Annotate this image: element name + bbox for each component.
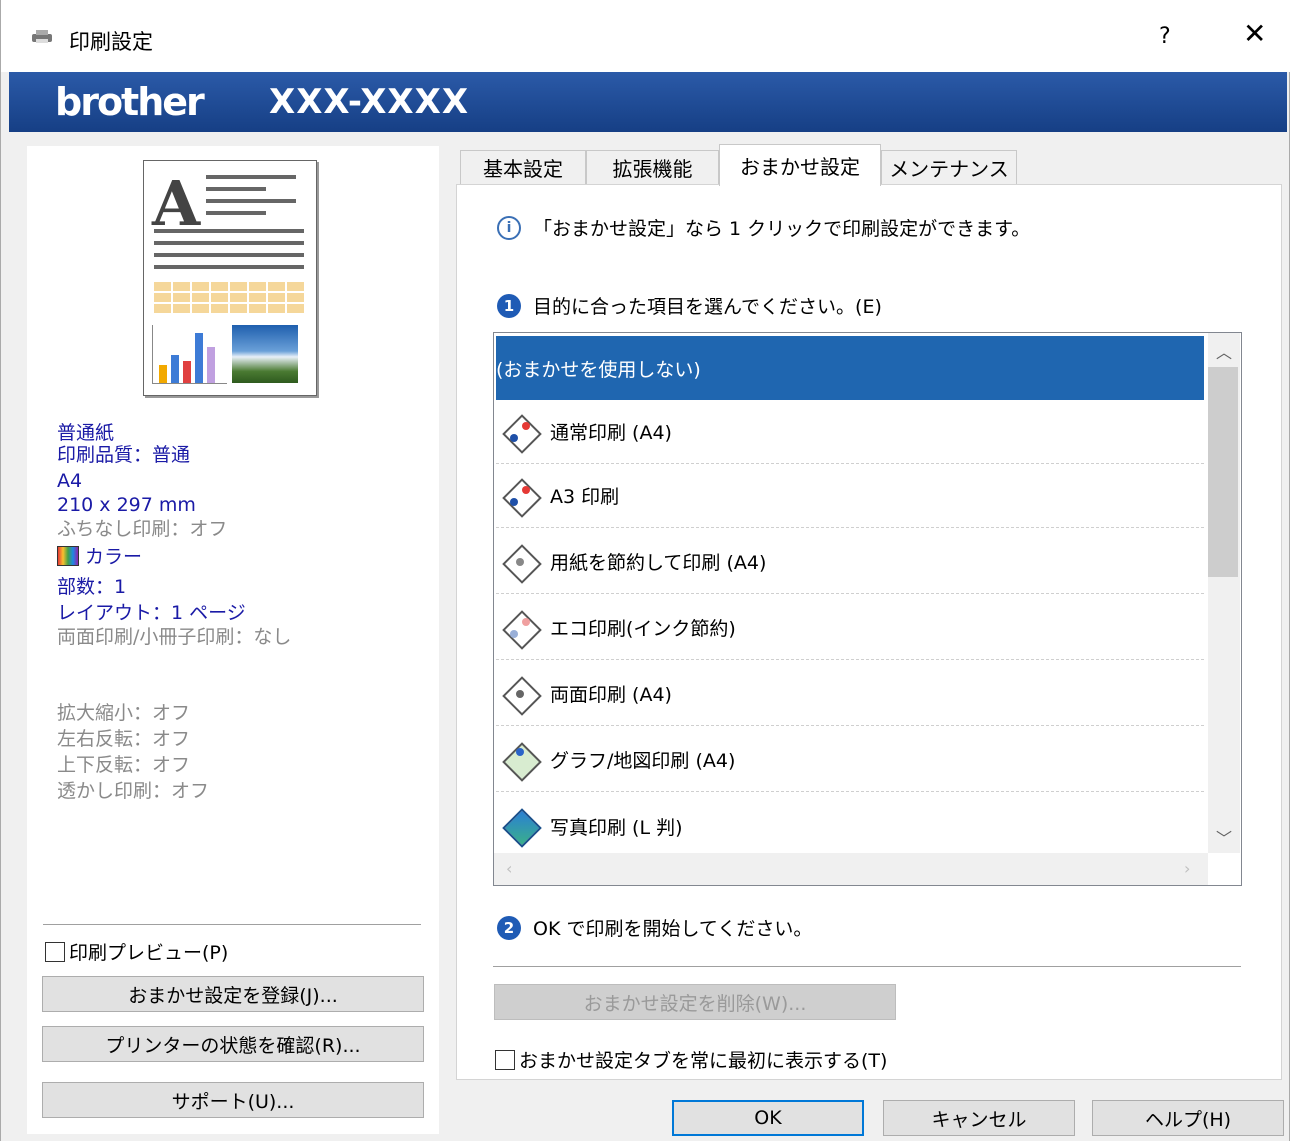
preview-photo xyxy=(232,325,298,383)
list-item-label: 両面印刷 (A4) xyxy=(550,684,672,706)
settings-summary-panel: A 普通紙 印刷品質：普通 A4 210 x 297 mm ふちなし印刷：オフ … xyxy=(27,146,439,1134)
preview-line xyxy=(154,253,304,257)
preview-line xyxy=(154,265,304,269)
main-divider xyxy=(493,966,1241,967)
reverse-setting: 上下反転：オフ xyxy=(57,754,191,776)
always-first-checkbox[interactable]: おまかせ設定タブを常に最初に表示する(T) xyxy=(495,1046,887,1073)
print-preview-label: 印刷プレビュー(P) xyxy=(69,942,229,964)
preset-list[interactable]: (おまかせを使用しない) 通常印刷 (A4) A3 印刷 用紙を節約して印刷 (… xyxy=(493,332,1242,886)
scroll-thumb[interactable] xyxy=(1208,367,1238,577)
list-item-label: エコ印刷(インク節約) xyxy=(550,618,736,640)
brand-logo: brother xyxy=(55,80,205,124)
scaling-setting: 拡大縮小：オフ xyxy=(57,702,191,724)
scroll-up-icon[interactable]: ︿ xyxy=(1216,339,1232,363)
list-item-label: 通常印刷 (A4) xyxy=(550,422,672,444)
preview-line xyxy=(206,211,266,215)
printer-status-button[interactable]: プリンターの状態を確認(R)... xyxy=(42,1026,424,1062)
color-mode-label: カラー xyxy=(85,546,143,568)
step-1: 1 目的に合った項目を選んでください。(E) xyxy=(497,292,882,319)
info-text: 「おまかせ設定」なら 1 クリックで印刷設定ができます。 xyxy=(533,218,1031,240)
checkbox-box[interactable] xyxy=(495,1049,515,1070)
eco-print-icon xyxy=(500,608,542,650)
step-1-badge: 1 xyxy=(497,293,521,318)
tab-presets[interactable]: おまかせ設定 xyxy=(719,144,881,186)
list-item-label: 用紙を節約して印刷 (A4) xyxy=(550,552,767,574)
list-item-eco[interactable]: エコ印刷(インク節約) xyxy=(496,596,1204,660)
printer-model: XXX-XXXX xyxy=(269,82,470,122)
title-bar: 印刷設定 ? ✕ xyxy=(1,0,1290,72)
list-item-label: 写真印刷 (L 判) xyxy=(550,816,683,839)
list-item-none[interactable]: (おまかせを使用しない) xyxy=(496,336,1204,400)
paper-type: 普通紙 xyxy=(57,422,115,444)
info-message: i 「おまかせ設定」なら 1 クリックで印刷設定ができます。 xyxy=(497,214,1030,241)
cancel-button[interactable]: キャンセル xyxy=(883,1100,1075,1136)
brand-banner: brother XXX-XXXX xyxy=(9,72,1287,132)
copies: 部数：1 xyxy=(57,576,127,598)
scroll-down-icon[interactable]: ﹀ xyxy=(1216,825,1232,849)
photo-print-icon xyxy=(500,806,542,848)
step-2-badge: 2 xyxy=(497,915,521,940)
paper-size: A4 xyxy=(57,470,83,492)
layout-setting: レイアウト：1 ページ xyxy=(57,602,246,624)
support-button[interactable]: サポート(U)... xyxy=(42,1082,424,1118)
left-divider xyxy=(43,924,421,925)
list-item-normal[interactable]: 通常印刷 (A4) xyxy=(496,400,1204,464)
scroll-right-icon[interactable]: › xyxy=(1184,859,1190,878)
save-paper-icon xyxy=(500,542,542,584)
list-item-label: (おまかせを使用しない) xyxy=(496,358,701,381)
tab-maintenance[interactable]: メンテナンス xyxy=(881,150,1017,184)
preview-table xyxy=(154,281,304,313)
tab-basic[interactable]: 基本設定 xyxy=(460,150,586,184)
duplex-setting: 両面印刷/小冊子印刷：なし xyxy=(57,626,292,648)
list-item-label: A3 印刷 xyxy=(550,486,620,508)
register-preset-button[interactable]: おまかせ設定を登録(J)... xyxy=(42,976,424,1012)
normal-print-icon xyxy=(500,412,542,454)
scroll-left-icon[interactable]: ‹ xyxy=(506,859,512,878)
paper-dimensions: 210 x 297 mm xyxy=(57,494,196,516)
window-title: 印刷設定 xyxy=(69,30,153,54)
list-horizontal-scrollbar[interactable]: ‹ › xyxy=(494,853,1208,885)
list-item-a3[interactable]: A3 印刷 xyxy=(496,464,1204,528)
step-2: 2 OK で印刷を開始してください。 xyxy=(497,914,812,941)
list-item-save-paper[interactable]: 用紙を節約して印刷 (A4) xyxy=(496,530,1204,594)
help-button[interactable]: ヘルプ(H) xyxy=(1092,1100,1284,1136)
watermark-setting: 透かし印刷：オフ xyxy=(57,780,210,802)
mirror-setting: 左右反転：オフ xyxy=(57,728,191,750)
list-item-label: グラフ/地図印刷 (A4) xyxy=(550,750,736,772)
map-print-icon xyxy=(500,740,542,782)
preview-line xyxy=(154,241,304,245)
list-item-graph-map[interactable]: グラフ/地図印刷 (A4) xyxy=(496,728,1204,792)
a3-print-icon xyxy=(500,476,542,518)
color-mode: カラー xyxy=(57,546,142,568)
print-preview-checkbox[interactable]: 印刷プレビュー(P) xyxy=(45,938,228,965)
preview-bar-chart xyxy=(152,325,227,384)
list-item-photo[interactable]: 写真印刷 (L 判) xyxy=(496,794,1204,858)
list-item-duplex[interactable]: 両面印刷 (A4) xyxy=(496,662,1204,726)
always-first-label: おまかせ設定タブを常に最初に表示する(T) xyxy=(519,1050,888,1072)
help-title-button[interactable]: ? xyxy=(1159,24,1171,49)
step-1-label: 目的に合った項目を選んでください。(E) xyxy=(533,296,882,318)
printer-icon xyxy=(32,30,52,43)
info-icon: i xyxy=(497,215,521,240)
color-icon xyxy=(57,546,79,566)
print-settings-window: 印刷設定 ? ✕ brother XXX-XXXX A 普通紙 印刷品質：普通 … xyxy=(0,0,1290,1141)
delete-preset-button[interactable]: おまかせ設定を削除(W)... xyxy=(494,984,896,1020)
duplex-print-icon xyxy=(500,674,542,716)
page-preview-image: A xyxy=(143,160,317,396)
borderless-setting: ふちなし印刷：オフ xyxy=(57,518,228,540)
ok-button[interactable]: OK xyxy=(672,1100,864,1136)
tab-advanced[interactable]: 拡張機能 xyxy=(586,150,719,184)
checkbox-box[interactable] xyxy=(45,941,65,962)
list-vertical-scrollbar[interactable]: ︿ ﹀ xyxy=(1208,333,1240,853)
preview-line xyxy=(154,229,304,233)
print-quality: 印刷品質：普通 xyxy=(57,444,191,466)
close-icon[interactable]: ✕ xyxy=(1243,20,1266,48)
preview-line xyxy=(206,187,266,191)
preview-line xyxy=(206,175,296,179)
step-2-label: OK で印刷を開始してください。 xyxy=(533,918,813,940)
preview-line xyxy=(206,199,296,203)
